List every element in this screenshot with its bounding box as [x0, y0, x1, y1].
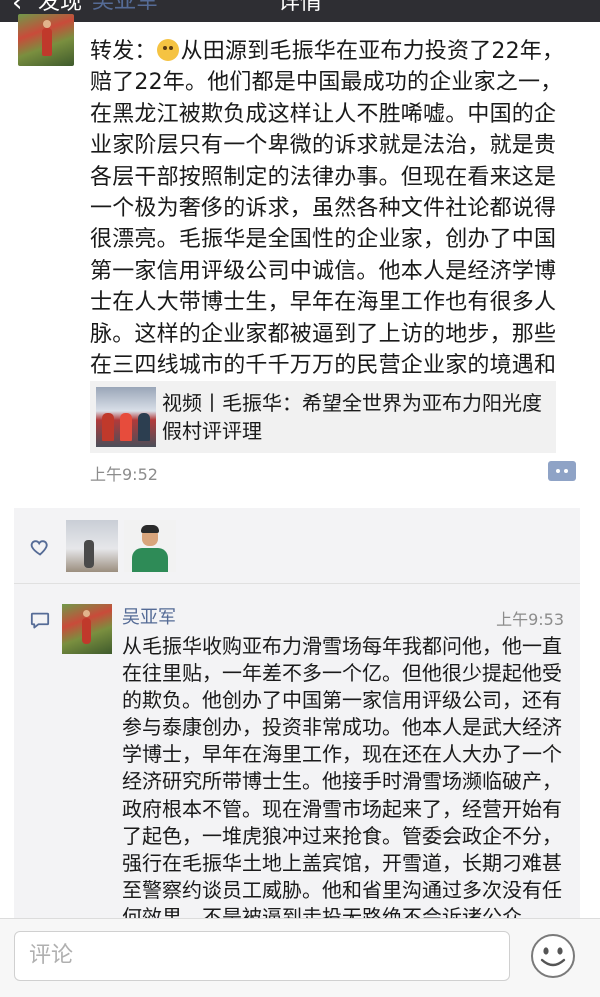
video-thumbnail: [96, 387, 156, 447]
comment-text: 从毛振华收购亚布力滑雪场每年我都问他，他一直在往里贴，一年差不多一个亿。但他很少…: [122, 634, 562, 919]
like-user-avatar[interactable]: [66, 520, 118, 572]
more-dots-icon[interactable]: [548, 461, 576, 481]
panel-divider: [14, 583, 580, 584]
shared-video-card[interactable]: 视频丨毛振华：希望全世界为亚布力阳光度假村评评理: [90, 381, 556, 453]
page-title: 详情: [277, 0, 322, 15]
post-text-prefix: 转发：: [90, 39, 157, 64]
comment-timestamp: 上午9:53: [496, 610, 564, 629]
comment-author-name[interactable]: 吴亚军: [122, 603, 176, 629]
heart-outline-icon: [30, 540, 48, 556]
like-user-avatar[interactable]: [124, 520, 176, 572]
shared-video-title: 视频丨毛振华：希望全世界为亚布力阳光度假村评评理: [162, 391, 542, 443]
post-author-name[interactable]: 吴亚军: [92, 0, 158, 18]
comment-input[interactable]: 评论: [14, 931, 510, 981]
post-author-avatar[interactable]: [18, 14, 74, 66]
post-text-body: 从田源到毛振华在亚布力投资了22年，赔了22年。他们都是中国最成功的企业家之一，…: [90, 39, 565, 409]
comment-author-avatar[interactable]: [62, 604, 112, 654]
post-timestamp: 上午9:52: [90, 465, 158, 484]
top-nav-bar: ‹ 发现 详情: [0, 0, 600, 22]
comment-input-bar: 评论: [0, 918, 600, 997]
post-text: 转发： 从田源到毛振华在亚布力投资了22年，赔了22年。他们都是中国最成功的企业家…: [90, 36, 574, 413]
smiley-face-icon[interactable]: [530, 933, 576, 979]
comment-bubble-icon: [30, 612, 50, 629]
flushed-face-icon: [156, 39, 179, 61]
